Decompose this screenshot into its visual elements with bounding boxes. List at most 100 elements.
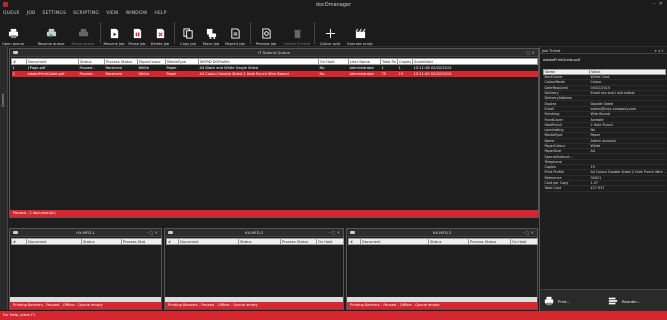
queue-panel-header: IT Submit Queue – □ ✕ xyxy=(10,49,538,57)
panel-controls[interactable]: – □ ✕ xyxy=(146,229,158,237)
column-header[interactable]: Document xyxy=(360,238,429,245)
ticket-property-row[interactable]: Print Profile A4 Colour Double Sided 2 Ho… xyxy=(543,169,666,176)
column-header[interactable]: On Hold xyxy=(510,238,538,245)
property-value: £27.937 xyxy=(589,185,666,192)
app-title: docOmanager xyxy=(315,2,352,8)
mini-queue-header: HX-MFD-3 – □ ✕ xyxy=(347,229,537,237)
panel-controls[interactable]: – □ ✕ xyxy=(328,229,340,237)
mini-queue-panel: HX-MFD-3 – □ ✕ # Document Status Process… xyxy=(346,228,538,310)
menu-help[interactable]: HELP xyxy=(154,11,166,16)
reprint-job-button[interactable]: Reprint job xyxy=(224,20,246,46)
column-header[interactable]: # xyxy=(166,238,179,245)
delete-job-button[interactable]: Delete job xyxy=(150,20,170,46)
trash-icon xyxy=(293,29,301,39)
print-button[interactable]: Print... xyxy=(544,290,570,312)
preview-job-button[interactable]: Preview job xyxy=(254,20,278,46)
column-header[interactable]: Status xyxy=(428,238,469,245)
reprint-job-icon xyxy=(230,28,240,39)
menu-queue[interactable]: QUEUE xyxy=(3,11,20,16)
column-header[interactable]: # xyxy=(348,238,361,245)
queue-panel: IT Submit Queue – □ ✕ # Document Status … xyxy=(9,48,539,218)
panel-controls[interactable]: – □ ✕ xyxy=(523,49,535,57)
panel-controls[interactable]: – □ ✕ xyxy=(522,229,534,237)
open-queue-button[interactable]: Open queue xyxy=(2,20,24,46)
column-header[interactable]: Process Stat xyxy=(121,238,162,245)
queues-side-tab[interactable]: Queues xyxy=(0,47,8,310)
mini-queue-status: Printing Banners - Paused - Offline - Qu… xyxy=(347,302,537,309)
column-header[interactable]: Status xyxy=(81,238,122,245)
column-header[interactable]: Process Status xyxy=(280,238,317,245)
pause-job-button[interactable]: Pause job xyxy=(127,20,147,46)
toolbar-separator xyxy=(174,22,175,44)
ticket-actions: Print... Reorder... xyxy=(540,289,667,311)
column-header[interactable]: Process Status xyxy=(468,238,511,245)
column-header[interactable]: On Hold xyxy=(316,238,344,245)
mini-queue-status: Printing Banners - Paused - Offline - Qu… xyxy=(165,302,343,309)
mini-queue-panel: HX-MFD-1 – □ ✕ # Document Status Process… xyxy=(9,228,162,310)
toolbar-separator xyxy=(314,22,315,44)
menu-bar: QUEUE JOB SETTINGS SCRIPTING VIEW WINDOW… xyxy=(0,9,667,18)
reorder-icon xyxy=(608,297,618,305)
job-ticket-title: Job Ticket xyxy=(542,48,561,53)
printer-icon xyxy=(13,231,18,234)
column-header[interactable]: Document xyxy=(178,238,239,245)
print-icon xyxy=(544,296,554,306)
window-controls[interactable]: – ✕ xyxy=(653,1,663,7)
table-row-selected[interactable]: 2 adobePrintGuide.pdf Paused - Received Whit… xyxy=(11,70,538,77)
column-header[interactable]: # xyxy=(11,238,27,245)
move-job-button[interactable]: Move job xyxy=(201,20,221,46)
toolbar: Open queue Resume queue Pause queue Resu… xyxy=(0,18,667,47)
delete-printed-button[interactable]: Delete Printed xyxy=(284,20,310,46)
menu-scripting[interactable]: SCRIPTING xyxy=(73,11,99,16)
copy-job-button[interactable]: Copy job xyxy=(178,20,198,46)
column-header[interactable]: Status xyxy=(238,238,281,245)
printer-resume-icon xyxy=(46,28,56,38)
ticket-properties-table: Name Value BackCover White Card ColourMode… xyxy=(543,69,666,192)
move-job-icon xyxy=(206,28,216,39)
ticket-property-row[interactable]: Total Cost £27.937 xyxy=(543,185,666,192)
mini-queue-header: HX-MFD-2 – □ ✕ xyxy=(165,229,343,237)
copy-job-icon xyxy=(182,28,193,39)
printer-icon xyxy=(8,28,18,39)
menu-view[interactable]: VIEW xyxy=(106,11,119,16)
execute-script-button[interactable]: Execute script xyxy=(347,20,373,46)
panel-controls[interactable]: ▾ ◂ ✕ xyxy=(655,47,664,54)
queue-title: IT Submit Queue xyxy=(258,50,290,55)
job-table: # Document Status Process Status PaperCo… xyxy=(11,58,538,77)
job-ticket-header: Job Ticket ▾ ◂ ✕ xyxy=(540,47,667,54)
delete-job-icon xyxy=(156,28,164,39)
menu-settings[interactable]: SETTINGS xyxy=(42,11,66,16)
menu-job[interactable]: JOB xyxy=(27,11,36,16)
mini-queue-panel: HX-MFD-2 – □ ✕ # Document Status Process… xyxy=(164,228,344,310)
property-name: Total Cost xyxy=(543,185,590,192)
pause-job-icon xyxy=(133,28,141,39)
mini-queue-header: HX-MFD-1 – □ ✕ xyxy=(10,229,161,237)
mini-job-table: # Document Status Process Status On Hold xyxy=(348,238,538,245)
colour-split-button[interactable]: Colour split xyxy=(318,20,342,46)
execute-script-icon xyxy=(355,28,365,39)
app-status-bar: For Help, press F1 xyxy=(0,311,667,320)
queue-status-bar: Paused - 2 document(s) xyxy=(10,210,538,217)
resume-job-icon xyxy=(110,28,118,39)
printer-icon xyxy=(13,51,18,54)
queues-tab-label: Queues xyxy=(1,93,5,107)
printer-icon xyxy=(350,231,355,234)
resume-queue-button[interactable]: Resume queue xyxy=(38,20,64,46)
printer-pause-icon xyxy=(78,28,88,37)
pause-queue-button[interactable]: Pause queue xyxy=(70,20,96,46)
reorder-button[interactable]: Reorder... xyxy=(608,290,640,312)
job-ticket-panel: Job Ticket ▾ ◂ ✕ adobePrintGuide.pdf Nam… xyxy=(539,47,667,311)
toolbar-separator xyxy=(100,22,101,44)
title-bar: docOmanager – ✕ xyxy=(0,0,667,9)
colour-split-icon xyxy=(325,28,335,39)
mini-queue-status: Printing Banners - Paused - Offline - Qu… xyxy=(10,302,161,309)
mini-job-table: # Document Status Process Stat xyxy=(11,238,162,245)
property-value: A4 Colour Double Sided 2 Hole Punch Wire… xyxy=(589,169,666,176)
toolbar-separator xyxy=(250,22,251,44)
preview-job-icon xyxy=(261,28,271,39)
resume-job-button[interactable]: Resume job xyxy=(103,20,125,46)
menu-window[interactable]: WINDOW xyxy=(126,11,148,16)
ticket-filename: adobePrintGuide.pdf xyxy=(543,58,580,62)
column-header[interactable]: Document xyxy=(26,238,82,245)
printer-icon xyxy=(168,231,173,234)
